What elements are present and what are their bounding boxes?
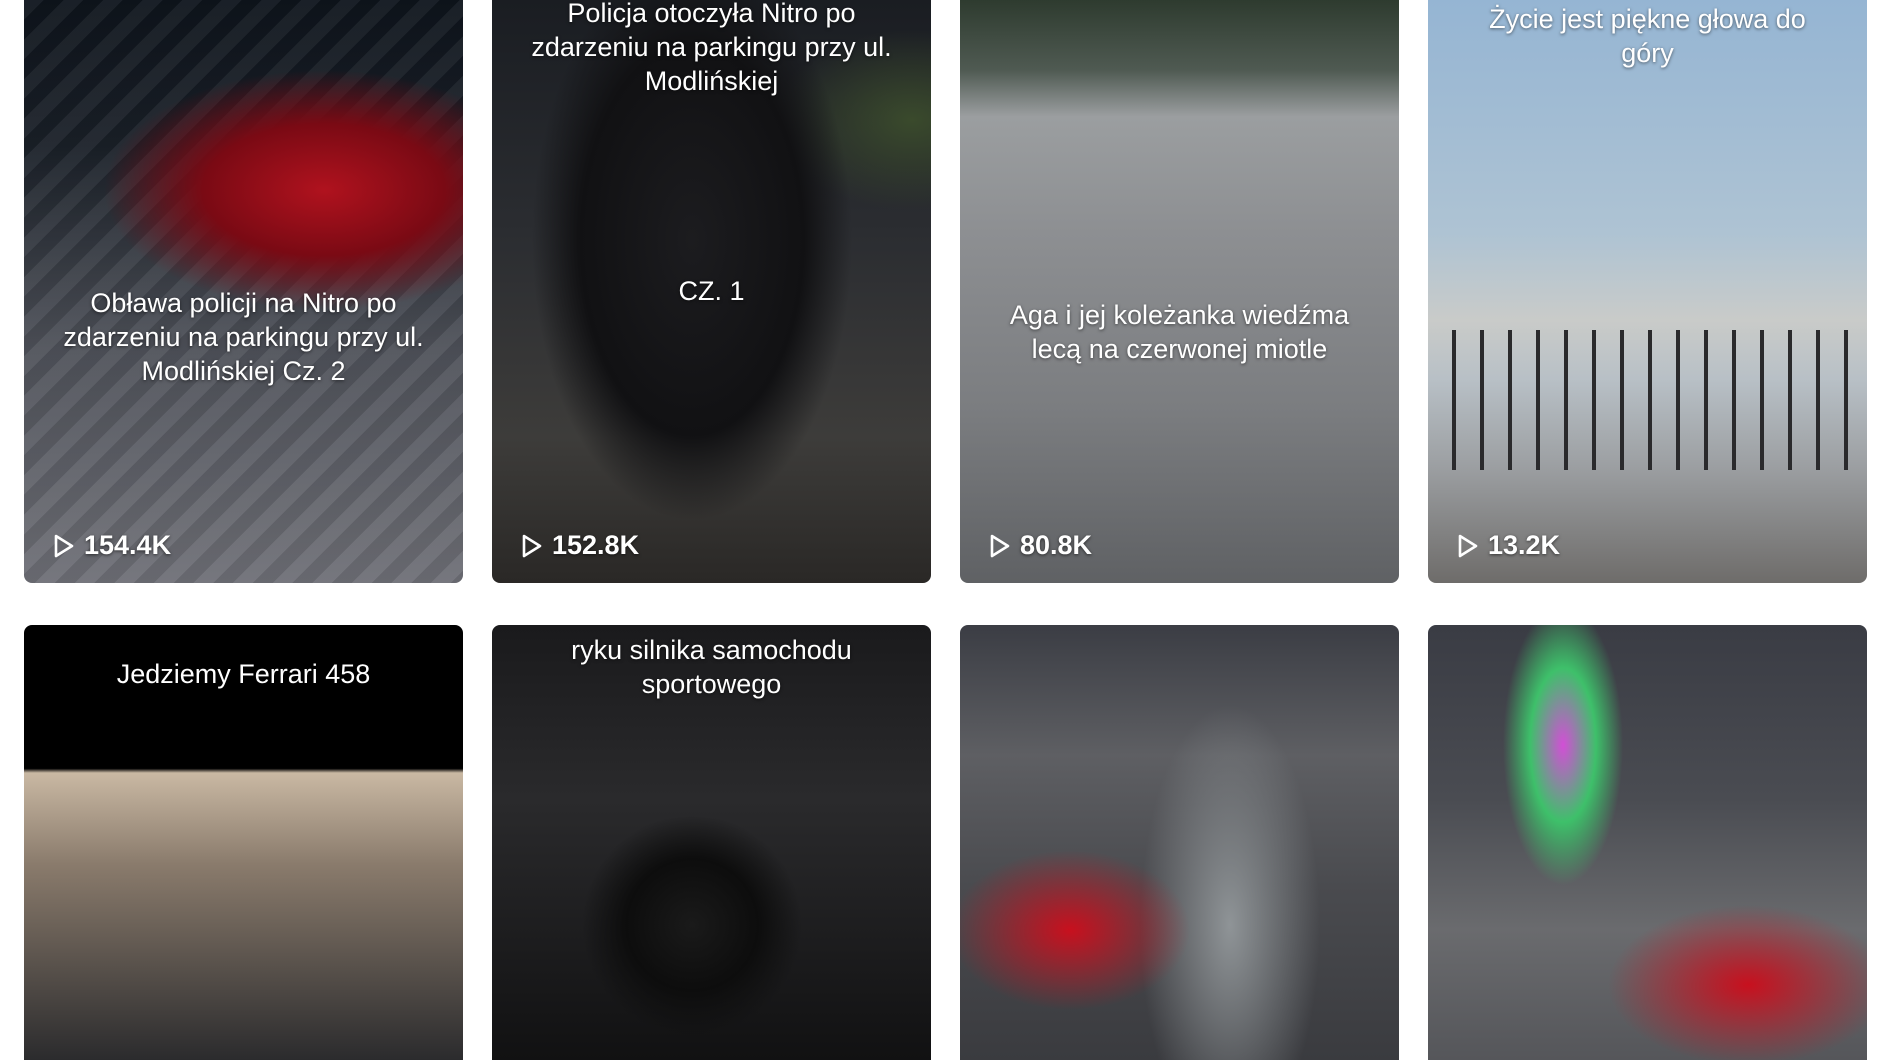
video-thumbnail: [960, 0, 1399, 583]
video-caption: Jedziemy Ferrari 458: [116, 659, 371, 689]
video-tile[interactable]: Aga i jej koleżanka wiedźma lecą na czer…: [960, 0, 1399, 583]
video-caption: Policja otoczyła Nitro po zdarzeniu na p…: [531, 0, 892, 96]
view-count: 13.2K: [1454, 530, 1560, 561]
video-thumbnail: [1428, 0, 1867, 583]
video-caption-part: CZ. 1: [678, 276, 745, 306]
video-caption: ryku silnika samochodu sportowego: [571, 635, 852, 699]
video-tile[interactable]: Policja otoczyła Nitro po zdarzeniu na p…: [492, 0, 931, 583]
video-tile[interactable]: Jedziemy Ferrari 458: [24, 625, 463, 1060]
play-icon: [986, 533, 1012, 559]
video-tile[interactable]: [960, 625, 1399, 1060]
video-tile[interactable]: ryku silnika samochodu sportowego: [492, 625, 931, 1060]
video-thumbnail: [960, 625, 1399, 1060]
view-count: 154.4K: [50, 530, 171, 561]
view-count-text: 80.8K: [1020, 530, 1093, 560]
view-count-text: 152.8K: [552, 530, 640, 560]
play-icon: [1454, 533, 1480, 559]
view-count-text: 13.2K: [1488, 530, 1561, 560]
play-icon: [518, 533, 544, 559]
video-thumbnail: [1428, 625, 1867, 1060]
video-caption: Życie jest piękne głowa do góry: [1489, 4, 1806, 68]
video-tile[interactable]: [1428, 625, 1867, 1060]
video-caption: Obława policji na Nitro po zdarzeniu na …: [63, 288, 424, 386]
play-icon: [50, 533, 76, 559]
video-tile[interactable]: Życie jest piękne głowa do góry 13.2K: [1428, 0, 1867, 583]
video-grid: Obława policji na Nitro po zdarzeniu na …: [24, 0, 1870, 1060]
video-tile[interactable]: Obława policji na Nitro po zdarzeniu na …: [24, 0, 463, 583]
view-count: 80.8K: [986, 530, 1092, 561]
view-count-text: 154.4K: [84, 530, 172, 560]
video-caption: Aga i jej koleżanka wiedźma lecą na czer…: [1009, 300, 1350, 364]
view-count: 152.8K: [518, 530, 639, 561]
